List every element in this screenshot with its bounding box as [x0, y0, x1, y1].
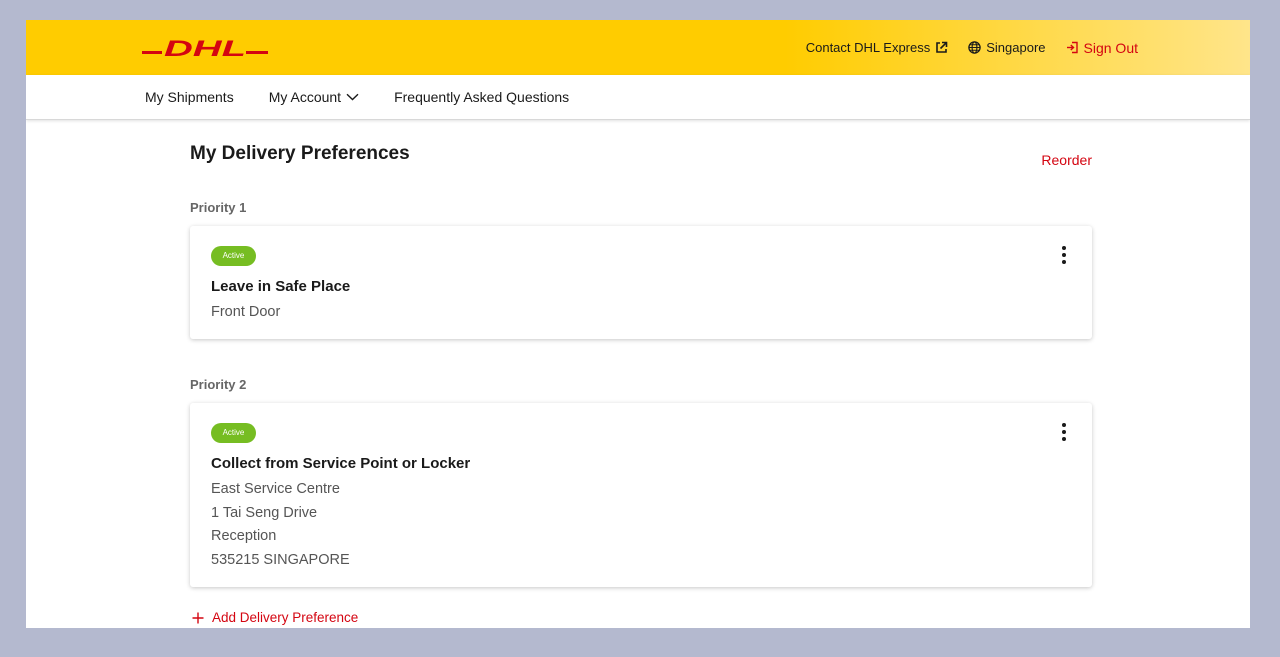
preference-detail: East Service Centre [211, 481, 340, 497]
svg-text:DHL: DHL [164, 36, 246, 60]
preference-title: Leave in Safe Place [211, 278, 351, 295]
main-nav: My Shipments My Account Frequently Asked… [26, 75, 1250, 120]
dhl-logo[interactable]: DHL [142, 36, 268, 60]
priority-label: Priority 1 [190, 200, 247, 215]
globe-icon [968, 41, 981, 54]
status-badge: Active [211, 423, 256, 443]
nav-label: Frequently Asked Questions [394, 89, 570, 105]
nav-label: My Shipments [145, 89, 234, 105]
preference-card[interactable]: Active Leave in Safe Place Front Door [190, 226, 1092, 339]
app-window: DHL Contact DHL Express Singapore Sign O… [26, 20, 1250, 628]
contact-label: Contact DHL Express [805, 40, 931, 55]
country-label: Singapore [986, 40, 1046, 55]
preference-detail: 1 Tai Seng Drive [211, 505, 318, 521]
sign-out-label: Sign Out [1083, 39, 1138, 56]
main-content: My Delivery Preferences Reorder Priority… [190, 120, 1092, 628]
header-actions: Contact DHL Express Singapore Sign Out [806, 20, 1138, 75]
nav-my-account[interactable]: My Account [269, 89, 359, 105]
country-selector[interactable]: Singapore [968, 40, 1046, 55]
preference-detail: Reception [211, 528, 277, 544]
preference-title: Collect from Service Point or Locker [211, 455, 471, 472]
contact-link[interactable]: Contact DHL Express [806, 40, 949, 55]
preference-card[interactable]: Active Collect from Service Point or Loc… [190, 403, 1092, 587]
status-badge: Active [211, 246, 256, 266]
sign-out-icon [1066, 41, 1078, 54]
more-options-icon[interactable] [1058, 245, 1070, 265]
more-options-icon[interactable] [1058, 422, 1070, 442]
plus-icon [192, 612, 204, 623]
reorder-link[interactable]: Reorder [1041, 152, 1092, 168]
chevron-down-icon [346, 93, 359, 101]
external-link-icon [936, 41, 948, 53]
nav-faq[interactable]: Frequently Asked Questions [394, 89, 569, 105]
add-preference-button[interactable]: Add Delivery Preference [192, 610, 358, 625]
page-title: My Delivery Preferences [190, 143, 410, 164]
top-bar: DHL Contact DHL Express Singapore Sign O… [26, 20, 1250, 75]
priority-label: Priority 2 [190, 377, 247, 392]
preference-detail: 535215 SINGAPORE [211, 552, 350, 568]
nav-label: My Account [268, 89, 342, 105]
nav-my-shipments[interactable]: My Shipments [145, 89, 234, 105]
add-preference-label: Add Delivery Preference [212, 610, 359, 625]
preference-detail: Front Door [211, 304, 281, 320]
sign-out-link[interactable]: Sign Out [1066, 40, 1138, 56]
